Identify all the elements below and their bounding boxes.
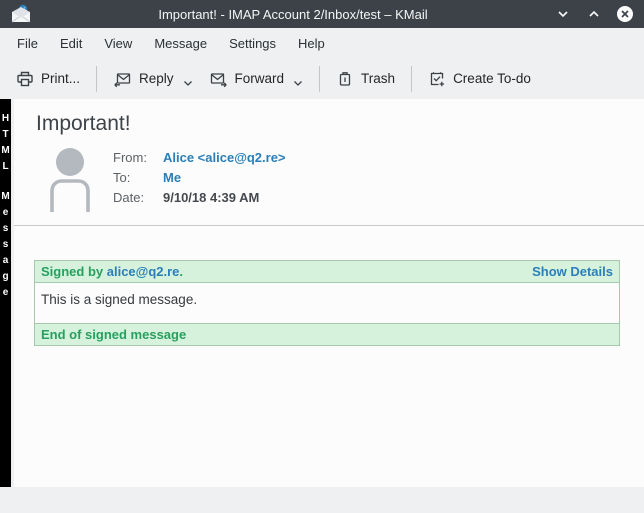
reply-dropdown-arrow[interactable] — [183, 71, 193, 87]
header-fields: From: Alice <alice@q2.re> To: Me Date: 9… — [113, 145, 286, 213]
signed-message-header: Signed by alice@q2.re. Show Details — [34, 260, 620, 283]
menu-message[interactable]: Message — [143, 32, 218, 55]
close-button[interactable] — [616, 5, 634, 23]
signed-message-footer: End of signed message — [34, 323, 620, 346]
menu-view[interactable]: View — [93, 32, 143, 55]
print-button[interactable]: Print... — [8, 64, 88, 94]
signed-by-suffix: . — [179, 264, 183, 279]
forward-button[interactable]: Forward — [201, 64, 312, 94]
window-title: Important! - IMAP Account 2/Inbox/test –… — [32, 7, 554, 22]
kmail-window: Important! - IMAP Account 2/Inbox/test –… — [0, 0, 644, 513]
to-value[interactable]: Me — [163, 168, 181, 188]
menu-help[interactable]: Help — [287, 32, 336, 55]
html-message-sidebar[interactable]: HTML Message — [0, 99, 11, 487]
menubar: File Edit View Message Settings Help — [0, 28, 644, 58]
statusbar — [0, 487, 644, 513]
to-label: To: — [113, 168, 163, 188]
signed-message-block: Signed by alice@q2.re. Show Details This… — [34, 260, 620, 346]
message-view-area: HTML Message Important! From: — [0, 99, 644, 487]
date-value: 9/10/18 4:39 AM — [163, 188, 259, 208]
message-body: Signed by alice@q2.re. Show Details This… — [14, 226, 644, 487]
signer-address-link[interactable]: alice@q2.re — [107, 264, 180, 279]
minimize-button[interactable] — [554, 5, 572, 23]
menu-edit[interactable]: Edit — [49, 32, 93, 55]
message-header: Important! From: Alice <alice@q2.re> — [14, 99, 644, 226]
html-bar-word-1: HTML — [0, 111, 11, 175]
date-row: Date: 9/10/18 4:39 AM — [113, 188, 286, 208]
window-controls — [554, 5, 634, 23]
forward-label: Forward — [235, 71, 285, 86]
signed-message-body-text: This is a signed message. — [34, 283, 620, 323]
to-row: To: Me — [113, 168, 286, 188]
sender-avatar — [48, 145, 92, 213]
toolbar-separator — [411, 66, 412, 92]
from-label: From: — [113, 148, 163, 168]
html-bar-word-2: Message — [0, 189, 11, 301]
titlebar: Important! - IMAP Account 2/Inbox/test –… — [0, 0, 644, 28]
show-details-link[interactable]: Show Details — [532, 264, 613, 279]
trash-icon — [336, 70, 354, 88]
date-label: Date: — [113, 188, 163, 208]
print-label: Print... — [41, 71, 80, 86]
menu-file[interactable]: File — [6, 32, 49, 55]
forward-dropdown-arrow[interactable] — [293, 71, 303, 87]
todo-icon — [428, 70, 446, 88]
toolbar-separator — [319, 66, 320, 92]
signed-by-prefix: Signed by — [41, 264, 107, 279]
toolbar: Print... Reply — [0, 58, 644, 99]
create-todo-label: Create To-do — [453, 71, 531, 86]
reply-label: Reply — [139, 71, 174, 86]
trash-button[interactable]: Trash — [328, 64, 403, 94]
kmail-app-icon — [10, 4, 32, 24]
signed-by-text: Signed by alice@q2.re. — [41, 264, 183, 279]
mail-reply-icon — [113, 70, 132, 88]
create-todo-button[interactable]: Create To-do — [420, 64, 539, 94]
from-row: From: Alice <alice@q2.re> — [113, 148, 286, 168]
from-value[interactable]: Alice <alice@q2.re> — [163, 148, 286, 168]
message-viewer: Important! From: Alice <alice@q2.re> — [14, 99, 644, 487]
message-subject: Important! — [36, 112, 632, 136]
mail-forward-icon — [209, 70, 228, 88]
menu-settings[interactable]: Settings — [218, 32, 287, 55]
maximize-button[interactable] — [585, 5, 603, 23]
reply-button[interactable]: Reply — [105, 64, 201, 94]
printer-icon — [16, 70, 34, 88]
toolbar-separator — [96, 66, 97, 92]
trash-label: Trash — [361, 71, 395, 86]
